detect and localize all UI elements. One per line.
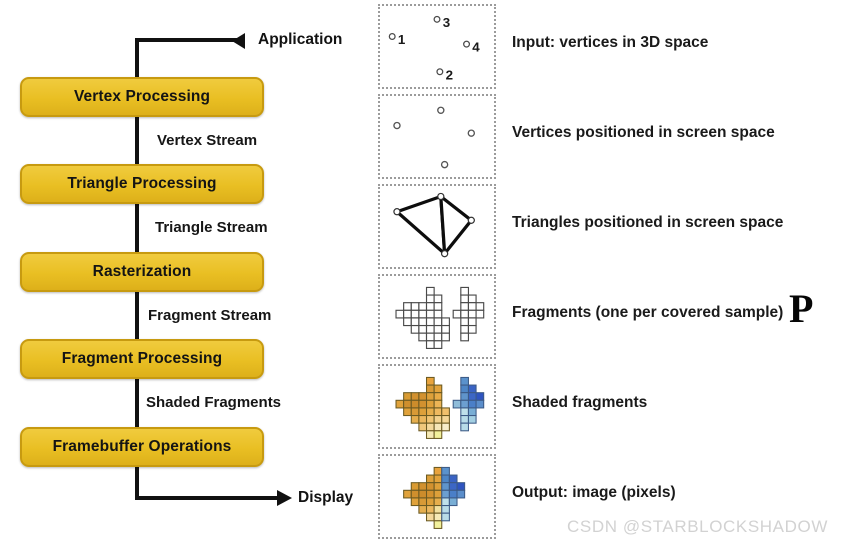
spine-segment-3: [135, 289, 139, 343]
thumbnail-caption-fragments: Fragments (one per covered sample): [512, 304, 784, 321]
spine-segment-bottom: [135, 464, 139, 500]
thumbnail-row-vertices-screen: Vertices positioned in screen space: [375, 94, 845, 180]
panel-output-image[interactable]: [378, 454, 496, 539]
stage-box-rasterization[interactable]: Rasterization: [20, 252, 264, 292]
stage-box-vertex-processing[interactable]: Vertex Processing: [20, 77, 264, 117]
panel-fragments[interactable]: [378, 274, 496, 359]
display-arm: [135, 496, 280, 500]
panel-vertices-3d[interactable]: 1 2 3 4: [378, 4, 496, 89]
stream-label-vertex-stream: Vertex Stream: [157, 132, 258, 149]
thumbnail-strip: 1 2 3 4 Input: vertices in 3D space Vert…: [375, 0, 845, 544]
spine-segment-1: [135, 114, 139, 168]
panel-triangles-screen[interactable]: [378, 184, 496, 269]
thumbnail-caption-shaded: Shaded fragments: [512, 394, 648, 411]
endpoint-label-application: Application: [258, 31, 343, 48]
thumbnail-row-triangles: Triangles positioned in screen space: [375, 184, 845, 270]
application-arm: [135, 38, 240, 42]
arrow-right-icon: [277, 490, 292, 506]
watermark-text: CSDN @STARBLOCKSHADOW: [567, 517, 828, 536]
svg-text:2: 2: [446, 67, 453, 82]
stream-label-fragment-stream: Fragment Stream: [148, 307, 272, 324]
thumbnail-caption-output: Output: image (pixels): [512, 484, 676, 501]
diagram-canvas: Application Vertex Processing Vertex Str…: [0, 0, 845, 544]
stream-label-shaded-fragments: Shaded Fragments: [146, 394, 282, 411]
spine-segment-4: [135, 376, 139, 430]
stream-label-triangle-stream: Triangle Stream: [155, 219, 268, 236]
thumbnail-caption-triangles: Triangles positioned in screen space: [512, 214, 784, 231]
pipeline-flowchart: Application Vertex Processing Vertex Str…: [0, 0, 375, 544]
thumbnail-caption-vertices-3d: Input: vertices in 3D space: [512, 34, 709, 51]
svg-text:3: 3: [443, 15, 450, 30]
stage-box-framebuffer-operations[interactable]: Framebuffer Operations: [20, 427, 264, 467]
stage-box-fragment-processing[interactable]: Fragment Processing: [20, 339, 264, 379]
arrow-left-icon: [232, 33, 245, 49]
stage-box-triangle-processing[interactable]: Triangle Processing: [20, 164, 264, 204]
spine-segment-2: [135, 201, 139, 255]
thumbnail-row-fragments: Fragments (one per covered sample): [375, 274, 845, 360]
panel-shaded-fragments[interactable]: [378, 364, 496, 449]
svg-text:4: 4: [472, 40, 480, 55]
thumbnail-caption-vertices-screen: Vertices positioned in screen space: [512, 124, 775, 141]
endpoint-label-display: Display: [298, 489, 354, 506]
thumbnail-row-shaded: Shaded fragments: [375, 364, 845, 450]
panel-vertices-screen[interactable]: [378, 94, 496, 179]
svg-text:1: 1: [398, 32, 406, 47]
thumbnail-row-vertices-3d: 1 2 3 4 Input: vertices in 3D space: [375, 4, 845, 90]
